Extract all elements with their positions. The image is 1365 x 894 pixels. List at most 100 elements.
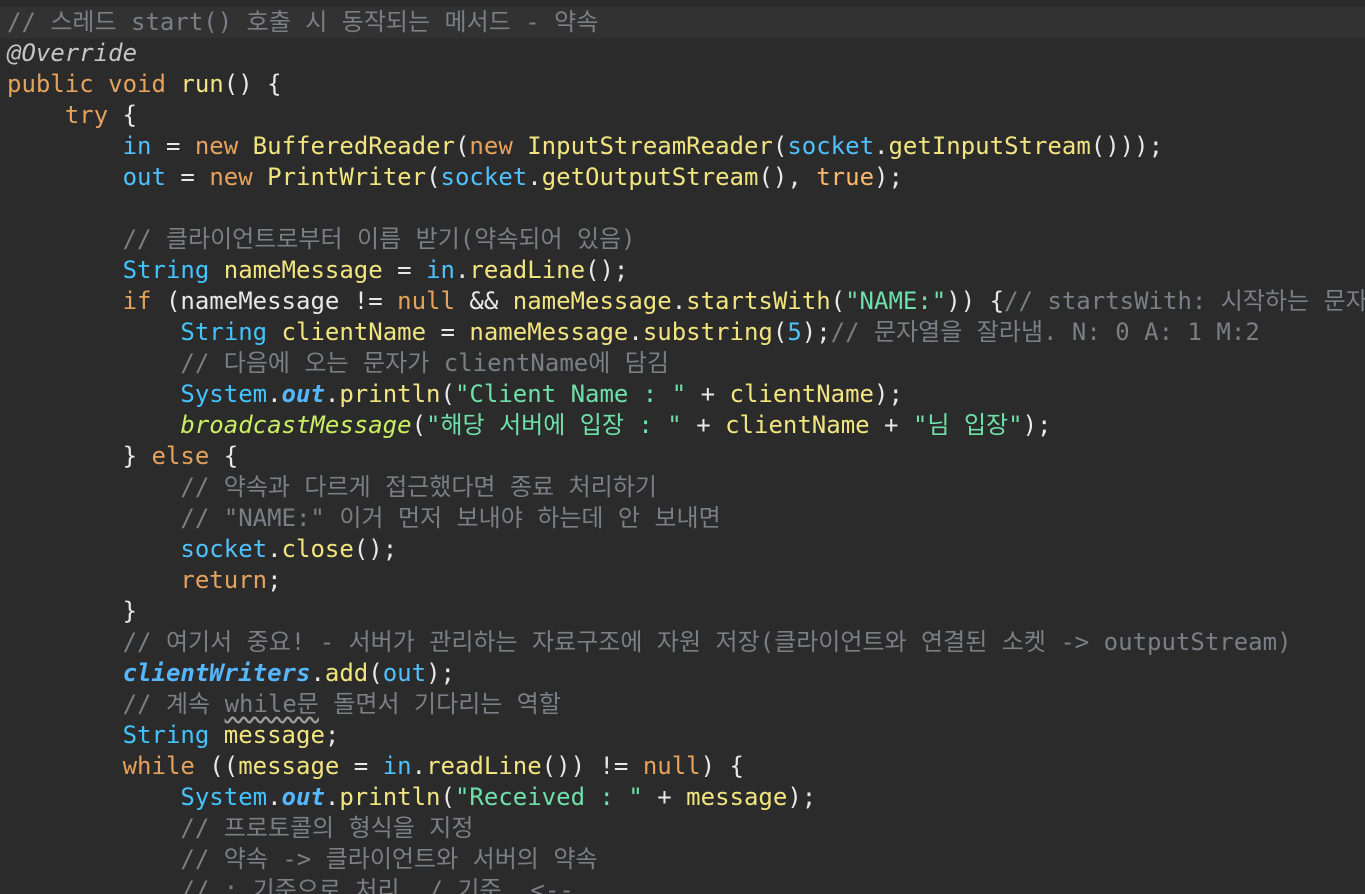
code-line[interactable]: clientWriters.add(out); <box>7 658 455 689</box>
code-token: clientName <box>725 411 870 439</box>
code-line[interactable]: // 여기서 중요! - 서버가 관리하는 자료구조에 자원 저장(클라이언트와… <box>7 627 1292 658</box>
code-token: new <box>194 132 239 160</box>
code-token: if <box>122 287 152 315</box>
code-token: new <box>469 132 513 160</box>
code-line[interactable]: out = new PrintWriter(socket.getOutputSt… <box>7 162 903 193</box>
code-token: String <box>180 318 268 346</box>
code-line[interactable]: // : 기준으로 처리, / 기준, <-- <box>7 875 573 894</box>
code-token: // "NAME:" 이거 먼저 보내야 하는데 안 보내면 <box>180 504 721 532</box>
code-token: )) { <box>946 287 1005 315</box>
code-token: . <box>267 783 282 811</box>
code-line[interactable]: System.out.println("Received : " + messa… <box>7 782 816 813</box>
code-token: clientWriters <box>122 659 311 687</box>
code-token: 5 <box>787 318 802 346</box>
code-token: getInputStream <box>888 132 1091 160</box>
code-token: && <box>454 287 513 315</box>
code-token: { <box>108 101 138 129</box>
code-line[interactable]: // 클라이언트로부터 이름 받기(약속되어 있음) <box>7 224 636 255</box>
code-token: System <box>180 783 268 811</box>
code-token: socket <box>180 535 268 563</box>
code-token: ) { <box>700 752 744 780</box>
code-line[interactable]: String message; <box>7 720 340 751</box>
code-token: in <box>426 256 455 284</box>
code-token: ); <box>787 783 817 811</box>
code-line[interactable]: // 프로토콜의 형식을 지정 <box>7 813 473 844</box>
code-token: // 다음에 오는 문자가 clientName에 담김 <box>180 349 669 377</box>
code-line[interactable]: // 다음에 오는 문자가 clientName에 담김 <box>7 348 669 379</box>
code-token: out <box>281 783 325 811</box>
code-token: // 프로토콜의 형식을 지정 <box>180 814 474 842</box>
code-token: ( <box>151 287 181 315</box>
code-token: out <box>281 380 325 408</box>
code-token: null <box>642 752 701 780</box>
code-token: . <box>411 752 427 780</box>
code-token: "NAME:" <box>845 287 947 315</box>
code-token: // 여기서 중요! - 서버가 관리하는 자료구조에 자원 저장(클라이언트와… <box>122 628 1292 656</box>
code-line[interactable]: // "NAME:" 이거 먼저 보내야 하는데 안 보내면 <box>7 503 721 534</box>
code-editor[interactable]: // 스레드 start() 호출 시 동작되는 메서드 - 약속 @Overri… <box>0 0 1365 894</box>
code-token: null <box>397 287 455 315</box>
code-line[interactable]: String nameMessage = in.readLine(); <box>7 255 629 286</box>
code-token: substring <box>642 318 773 346</box>
code-token: . <box>628 318 643 346</box>
code-token: } <box>7 597 138 625</box>
code-token: ( <box>440 783 455 811</box>
code-line[interactable]: // 계속 while문 돌면서 기다리는 역할 <box>7 689 561 720</box>
code-token: ( <box>454 132 470 160</box>
code-line[interactable]: if (nameMessage != null && nameMessage.s… <box>7 286 1365 317</box>
code-line[interactable]: // 약속 -> 클라이언트와 서버의 약속 <box>7 844 597 875</box>
code-line[interactable]: in = new BufferedReader(new InputStreamR… <box>7 131 1163 162</box>
code-token: + <box>681 411 726 439</box>
code-token: startsWith <box>686 287 831 315</box>
code-token: . <box>454 256 470 284</box>
code-token: clientName <box>281 318 427 346</box>
code-line[interactable]: // 약속과 다르게 접근했다면 종료 처리하기 <box>7 472 657 503</box>
code-line[interactable]: try { <box>7 100 137 131</box>
code-line[interactable]: // 스레드 start() 호출 시 동작되는 메서드 - 약속 <box>7 7 598 38</box>
code-token: (); <box>585 256 629 284</box>
code-token: (), <box>758 163 817 191</box>
code-line[interactable]: broadcastMessage("해당 서버에 입장 : " + client… <box>7 410 1051 441</box>
code-token: return <box>180 566 268 594</box>
code-line[interactable]: while ((message = in.readLine()) != null… <box>7 751 744 782</box>
code-token: message <box>238 752 340 780</box>
code-token: . <box>310 659 325 687</box>
code-line[interactable]: public void run() { <box>7 69 282 100</box>
code-token: println <box>339 783 441 811</box>
code-line[interactable]: return; <box>7 565 282 596</box>
code-line[interactable]: String clientName = nameMessage.substrin… <box>7 317 1259 348</box>
code-token: . <box>267 535 282 563</box>
code-token: + <box>686 380 730 408</box>
code-line[interactable]: } else { <box>7 441 239 472</box>
code-token: = <box>382 256 427 284</box>
code-token: PrintWriter <box>267 163 427 191</box>
code-token: ); <box>801 318 831 346</box>
code-token: ; <box>267 566 282 594</box>
code-line[interactable]: } <box>7 596 137 627</box>
code-token: . <box>527 163 542 191</box>
code-token: ( <box>368 659 383 687</box>
code-token: nameMessage <box>180 287 340 315</box>
code-line[interactable]: System.out.println("Client Name : " + cl… <box>7 379 903 410</box>
code-token: { <box>209 442 239 470</box>
code-token: (( <box>194 752 239 780</box>
code-line[interactable]: @Override <box>7 38 137 69</box>
code-token: ); <box>874 163 903 191</box>
code-token: (); <box>353 535 398 563</box>
code-line[interactable]: socket.close(); <box>7 534 397 565</box>
